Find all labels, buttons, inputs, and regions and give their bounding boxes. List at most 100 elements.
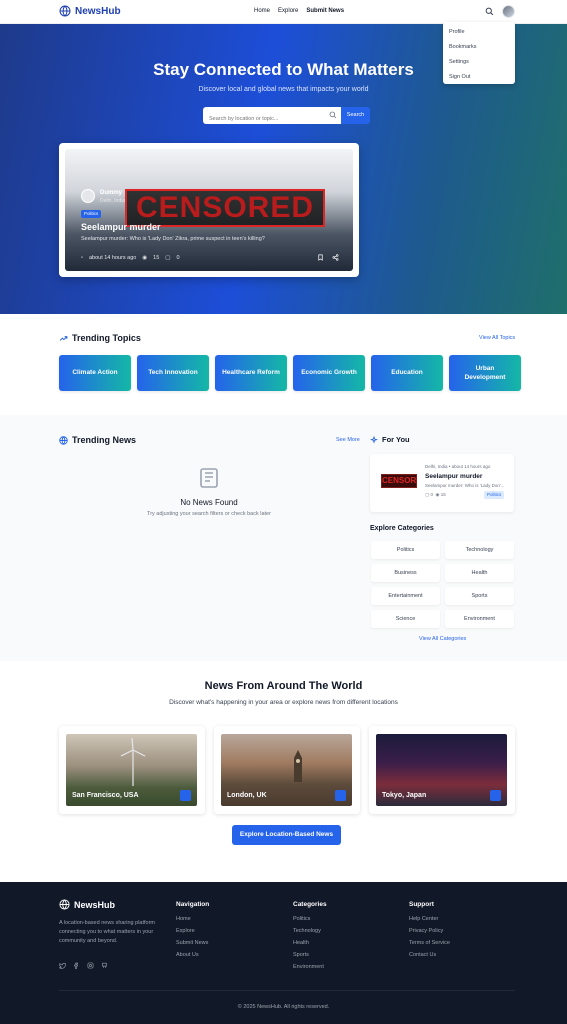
location-label: London, UK xyxy=(227,792,267,799)
explore-location-news-button[interactable]: Explore Location-Based News xyxy=(232,825,341,845)
topic-tech-innovation[interactable]: Tech Innovation xyxy=(137,355,209,391)
menu-item-settings[interactable]: Settings xyxy=(443,55,515,70)
location-card-london[interactable]: London, UK xyxy=(214,726,360,814)
author-avatar xyxy=(81,189,95,203)
map-icon[interactable] xyxy=(180,790,191,801)
footer-support-title: Support xyxy=(409,901,434,908)
wind-turbine-icon xyxy=(120,738,146,786)
map-icon[interactable] xyxy=(335,790,346,801)
menu-item-sign-out[interactable]: Sign Out xyxy=(443,70,515,85)
footer-divider xyxy=(59,990,515,991)
globe-icon xyxy=(59,899,70,910)
category-technology[interactable]: Technology xyxy=(445,541,514,559)
footer-navigation-title: Navigation xyxy=(176,901,210,908)
for-you-card[interactable]: CENSORED Delhi, India • about 14 hours a… xyxy=(370,454,514,512)
footer-link-technology[interactable]: Technology xyxy=(293,928,327,940)
footer-link-politics[interactable]: Politics xyxy=(293,916,327,928)
for-you-tag[interactable]: Politics xyxy=(484,491,505,499)
view-all-topics-link[interactable]: View All Topics xyxy=(479,335,515,341)
footer-link-sports[interactable]: Sports xyxy=(293,952,327,964)
featured-title[interactable]: Seelampur murder xyxy=(81,222,161,232)
topic-healthcare-reform[interactable]: Healthcare Reform xyxy=(215,355,287,391)
category-environment[interactable]: Environment xyxy=(445,610,514,628)
footer-categories-title: Categories xyxy=(293,901,327,908)
footer-categories: Categories Politics Technology Health Sp… xyxy=(293,901,327,976)
explore-categories-heading: Explore Categories xyxy=(370,525,434,532)
footer-link-health[interactable]: Health xyxy=(293,940,327,952)
topic-urban-development[interactable]: Urban Development xyxy=(449,355,521,391)
hero-search-input[interactable] xyxy=(203,110,323,128)
hero-search-box xyxy=(203,107,341,128)
for-you-description: Seelampur murder: Who is 'Lady Don'... xyxy=(425,483,505,488)
menu-item-bookmarks[interactable]: Bookmarks xyxy=(443,40,515,55)
author-location: Delhi, India xyxy=(100,198,126,204)
logo[interactable]: NewsHub xyxy=(59,5,121,17)
for-you-heading: For You xyxy=(370,435,410,444)
footer-link-home[interactable]: Home xyxy=(176,916,209,928)
trending-news-heading: Trending News xyxy=(59,435,136,445)
footer-description: A location-based news sharing platform c… xyxy=(59,920,155,944)
main-nav: Home Explore Submit News xyxy=(254,8,344,14)
bookmark-icon[interactable] xyxy=(317,254,324,261)
topic-economic-growth[interactable]: Economic Growth xyxy=(293,355,365,391)
footer-link-submit-news[interactable]: Submit News xyxy=(176,940,209,952)
footer-link-about-us[interactable]: About Us xyxy=(176,952,209,964)
top-header: NewsHub Home Explore Submit News xyxy=(0,0,567,24)
location-image: London, UK xyxy=(221,734,352,806)
globe-icon xyxy=(59,435,68,445)
topic-climate-action[interactable]: Climate Action xyxy=(59,355,131,391)
facebook-icon[interactable] xyxy=(73,962,80,969)
for-you-thumbnail: CENSORED xyxy=(381,474,417,488)
footer-navigation: Navigation Home Explore Submit News Abou… xyxy=(176,901,209,964)
nav-home[interactable]: Home xyxy=(254,8,270,14)
empty-state-title: No News Found xyxy=(180,498,238,507)
empty-state-subtitle: Try adjusting your search filters or che… xyxy=(147,511,271,517)
comment-icon: ▢ xyxy=(165,255,171,261)
nav-submit-news[interactable]: Submit News xyxy=(306,8,344,14)
location-card-tokyo[interactable]: Tokyo, Japan xyxy=(369,726,515,814)
category-politics[interactable]: Politics xyxy=(371,541,440,559)
twitter-icon[interactable] xyxy=(59,962,66,969)
footer-logo[interactable]: NewsHub xyxy=(59,899,115,910)
calendar-icon: ▫ xyxy=(81,255,83,261)
menu-item-profile[interactable]: Profile xyxy=(443,25,515,40)
category-health[interactable]: Health xyxy=(445,564,514,582)
map-icon[interactable] xyxy=(490,790,501,801)
featured-news-card[interactable]: CENSORED Dummy Delhi, India Politics See… xyxy=(59,143,359,277)
location-label: San Francisco, USA xyxy=(72,792,139,799)
instagram-icon[interactable] xyxy=(87,962,94,969)
user-avatar[interactable] xyxy=(502,5,515,18)
share-icon[interactable] xyxy=(332,254,339,261)
category-business[interactable]: Business xyxy=(371,564,440,582)
footer-link-terms[interactable]: Terms of Service xyxy=(409,940,450,952)
search-icon xyxy=(329,111,337,119)
for-you-title[interactable]: Seelampur murder xyxy=(425,473,482,480)
for-you-meta: Delhi, India • about 14 hours ago xyxy=(425,464,491,469)
view-all-categories-link[interactable]: View All Categories xyxy=(419,636,466,642)
category-science[interactable]: Science xyxy=(371,610,440,628)
hero-search-button[interactable]: Search xyxy=(341,107,370,124)
trending-topics-heading: Trending Topics xyxy=(59,333,141,343)
see-more-link[interactable]: See More xyxy=(336,437,360,443)
footer-link-privacy-policy[interactable]: Privacy Policy xyxy=(409,928,450,940)
topic-education[interactable]: Education xyxy=(371,355,443,391)
category-entertainment[interactable]: Entertainment xyxy=(371,587,440,605)
category-tag[interactable]: Politics xyxy=(81,210,102,218)
globe-icon xyxy=(59,5,71,17)
hero-subtitle: Discover local and global news that impa… xyxy=(198,86,369,93)
category-sports[interactable]: Sports xyxy=(445,587,514,605)
location-image: Tokyo, Japan xyxy=(376,734,507,806)
footer-link-explore[interactable]: Explore xyxy=(176,928,209,940)
featured-meta: ▫ about 14 hours ago ◉ 15 ▢ 0 xyxy=(81,255,180,261)
location-card-san-francisco[interactable]: San Francisco, USA xyxy=(59,726,205,814)
footer-link-environment[interactable]: Environment xyxy=(293,964,327,976)
github-icon[interactable] xyxy=(101,962,108,969)
footer-link-help-center[interactable]: Help Center xyxy=(409,916,450,928)
nav-explore[interactable]: Explore xyxy=(278,8,298,14)
featured-comments: 0 xyxy=(176,255,180,261)
logo-text: NewsHub xyxy=(75,5,121,17)
search-icon[interactable] xyxy=(485,7,494,16)
footer-link-contact-us[interactable]: Contact Us xyxy=(409,952,450,964)
footer-support: Support Help Center Privacy Policy Terms… xyxy=(409,901,450,964)
featured-image: CENSORED Dummy Delhi, India Politics See… xyxy=(65,149,353,271)
